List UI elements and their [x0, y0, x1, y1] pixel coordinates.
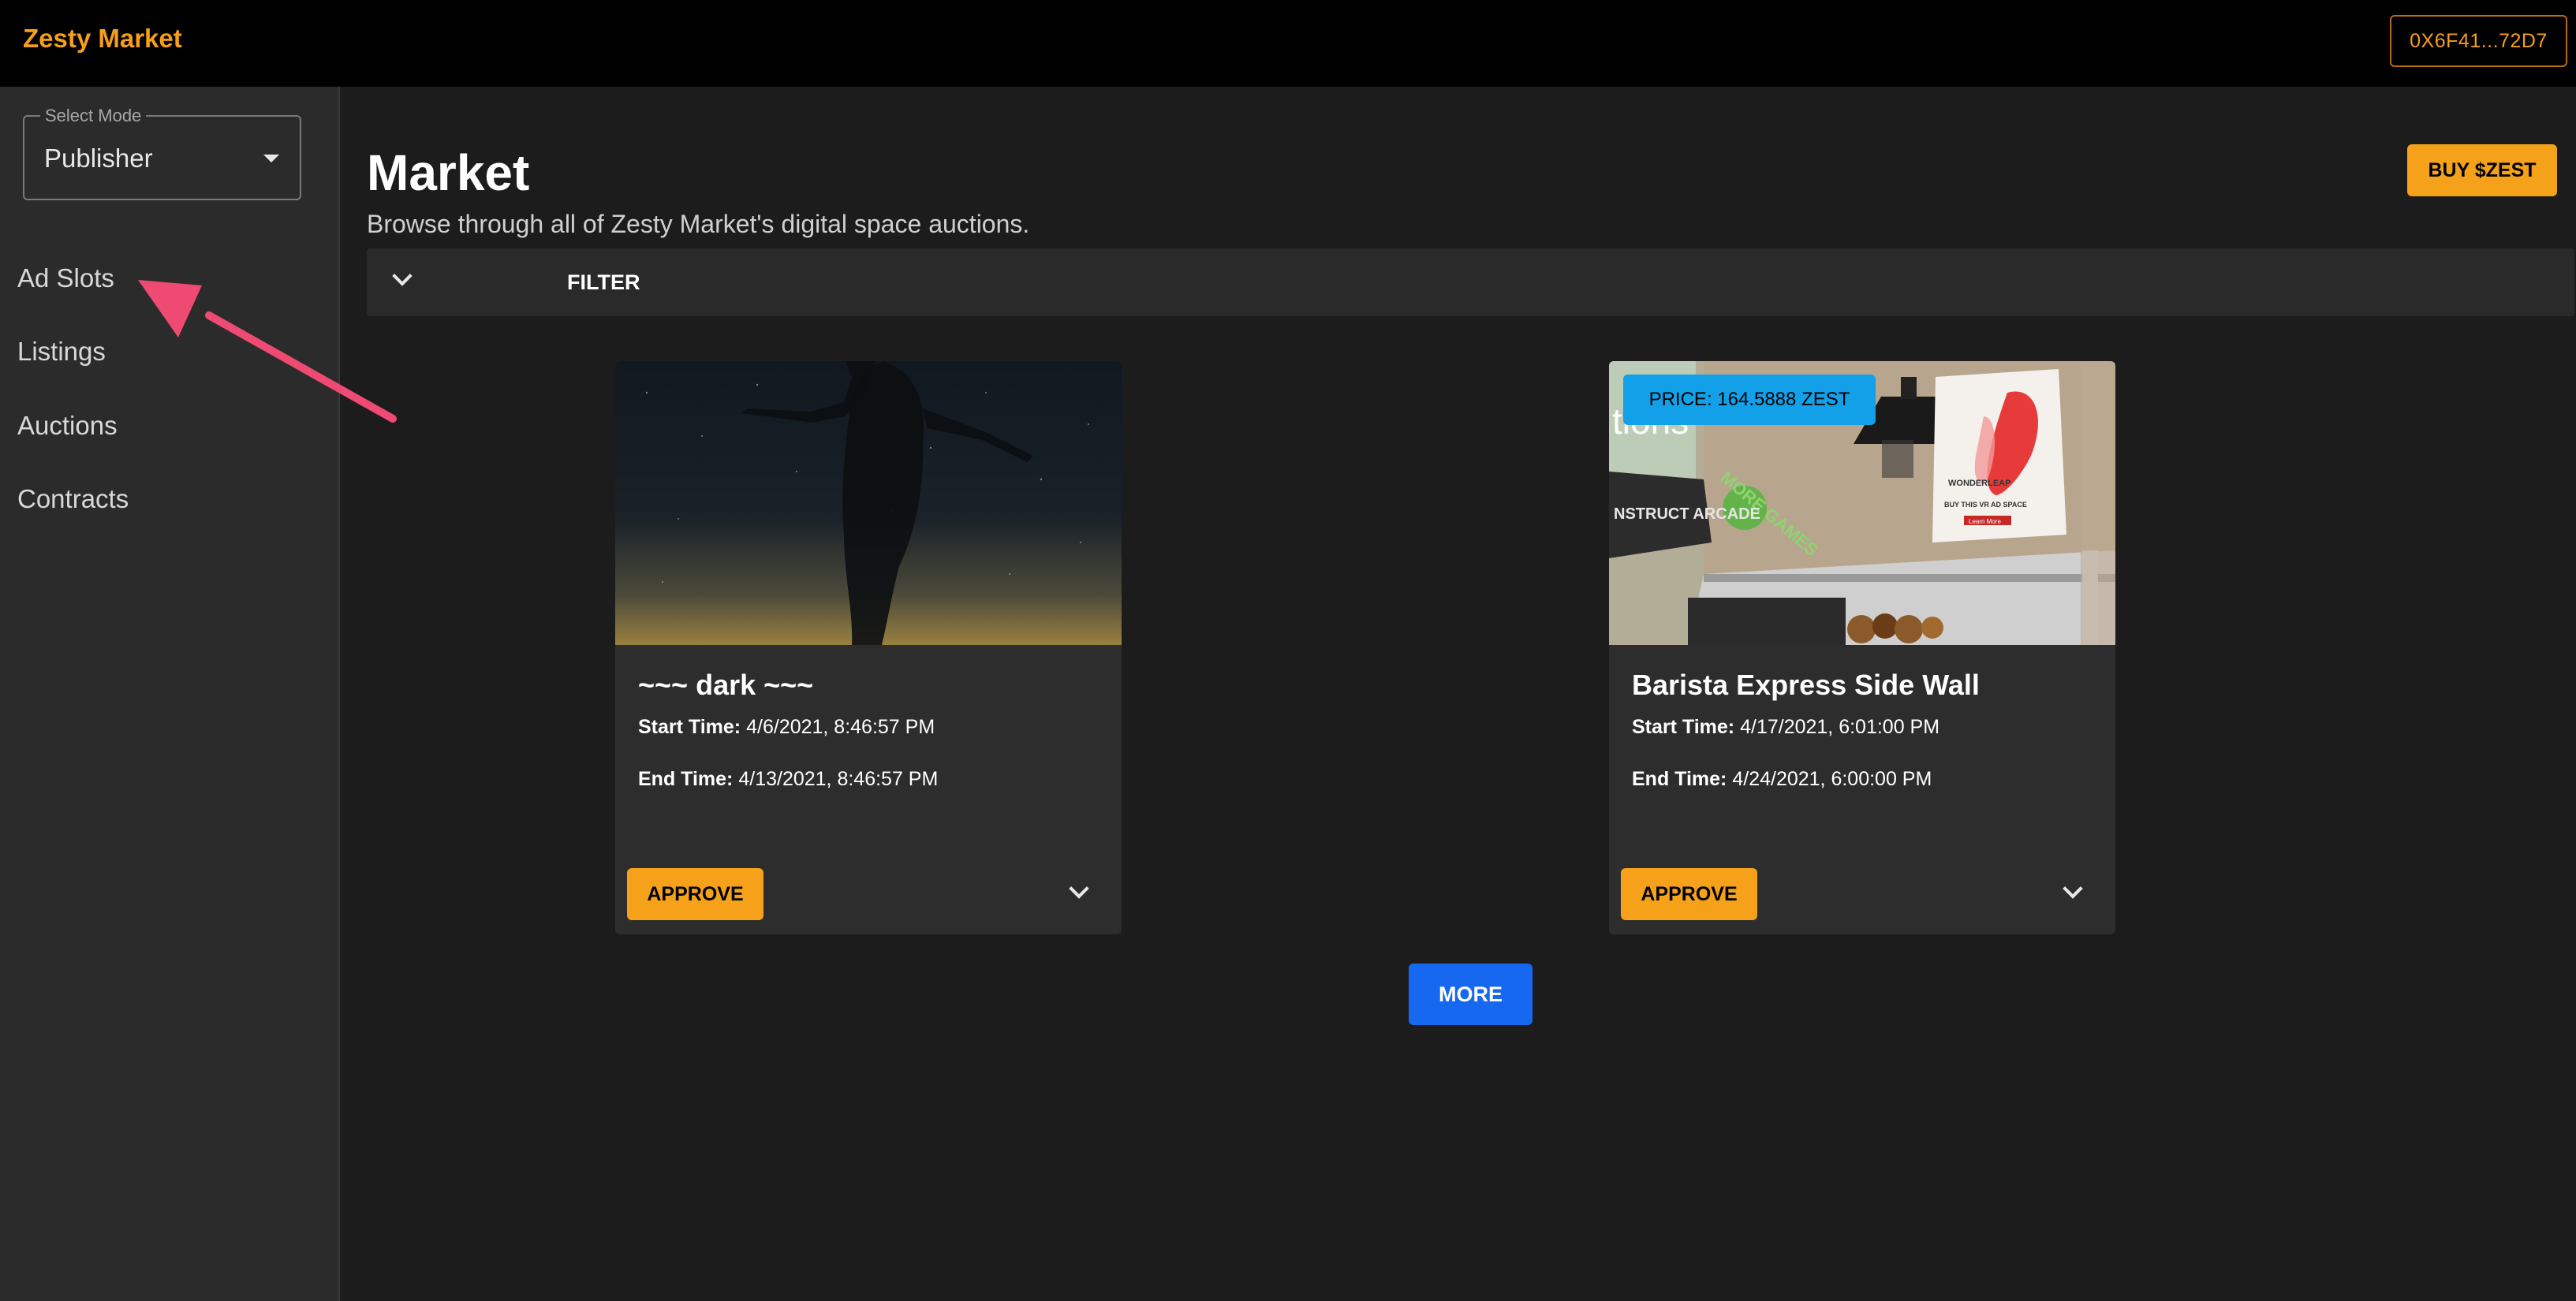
page-title: Market	[367, 144, 530, 201]
filter-accordion[interactable]: FILTER	[367, 248, 2574, 316]
buy-zest-button[interactable]: BUY $ZEST	[2407, 144, 2557, 196]
auction-card: tions MORE GAMES NSTRUCT ARCADE WONDERLE…	[1609, 361, 2115, 934]
start-time-value: 4/6/2021, 8:46:57 PM	[746, 716, 935, 738]
auction-card: ~~~ dark ~~~ Start Time: 4/6/2021, 8:46:…	[615, 361, 1122, 934]
sidebar-item-ad-slots[interactable]: Ad Slots	[17, 263, 114, 293]
image-poster-button: Learn More	[1969, 518, 2001, 525]
end-time-label: End Time:	[638, 768, 734, 790]
price-badge: PRICE: 164.5888 ZEST	[1623, 375, 1876, 425]
image-poster-text: BUY THIS VR AD SPACE	[1944, 501, 2027, 509]
end-time-row: End Time: 4/13/2021, 8:46:57 PM	[638, 768, 938, 791]
chevron-down-icon[interactable]	[2063, 878, 2083, 899]
wallet-address-button[interactable]: 0X6F41...72D7	[2390, 15, 2567, 67]
card-title: ~~~ dark ~~~	[638, 669, 814, 701]
end-time-label: End Time:	[1632, 768, 1727, 790]
end-time-value: 4/24/2021, 6:00:00 PM	[1732, 768, 1932, 790]
end-time-row: End Time: 4/24/2021, 6:00:00 PM	[1632, 768, 1932, 791]
start-time-row: Start Time: 4/17/2021, 6:01:00 PM	[1632, 716, 1939, 739]
main-content: Market Browse through all of Zesty Marke…	[342, 87, 2576, 1301]
chevron-down-icon[interactable]	[1069, 878, 1089, 899]
image-poster-brand: WONDERLEAP	[1948, 479, 2010, 488]
more-button[interactable]: MORE	[1409, 964, 1533, 1025]
approve-button[interactable]: APPROVE	[627, 868, 763, 920]
brand-logo-text[interactable]: Zesty Market	[23, 24, 182, 54]
card-title: Barista Express Side Wall	[1632, 669, 1980, 701]
end-time-value: 4/13/2021, 8:46:57 PM	[738, 768, 939, 790]
start-time-label: Start Time:	[1632, 716, 1735, 738]
start-time-value: 4/17/2021, 6:01:00 PM	[1740, 716, 1940, 738]
top-app-bar: Zesty Market 0X6F41...72D7	[0, 0, 2576, 87]
start-time-label: Start Time:	[638, 716, 741, 738]
mode-select-value: Publisher	[44, 144, 153, 173]
image-sign-text: NSTRUCT ARCADE	[1614, 505, 1760, 523]
sidebar: Select Mode Publisher Ad Slots Listings …	[0, 87, 340, 1301]
sidebar-item-auctions[interactable]: Auctions	[17, 411, 118, 441]
sidebar-item-contracts[interactable]: Contracts	[17, 484, 129, 514]
chevron-down-icon[interactable]	[392, 266, 413, 286]
mode-select-label: Select Mode	[40, 106, 147, 126]
caret-down-icon	[263, 155, 279, 162]
approve-button[interactable]: APPROVE	[1621, 868, 1757, 920]
mode-select[interactable]: Select Mode Publisher	[23, 106, 301, 200]
card-thumbnail	[615, 361, 1122, 645]
filter-label: FILTER	[567, 270, 640, 294]
sidebar-item-listings[interactable]: Listings	[17, 337, 106, 367]
page-subtitle: Browse through all of Zesty Market's dig…	[367, 210, 1030, 238]
start-time-row: Start Time: 4/6/2021, 8:46:57 PM	[638, 716, 935, 739]
